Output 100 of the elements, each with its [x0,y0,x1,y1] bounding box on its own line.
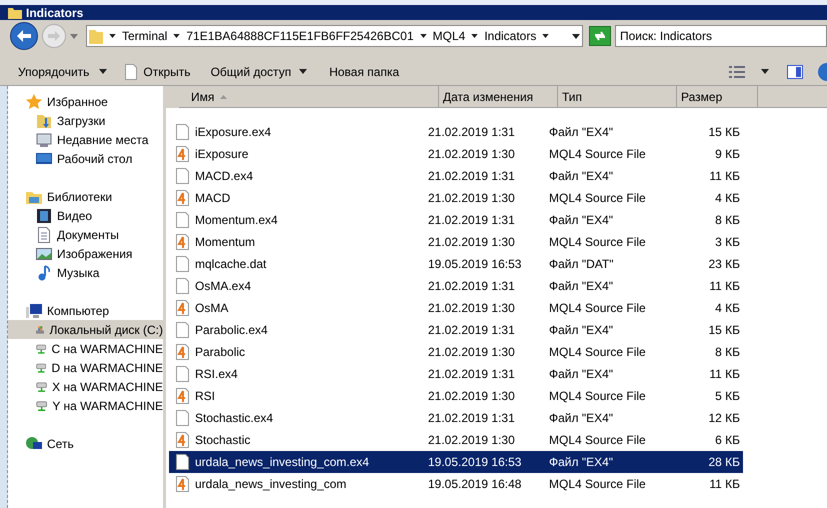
computer-icon [26,302,42,318]
size-cell-text: 15 КБ [707,322,740,339]
file-row[interactable]: RSI.ex4 21.02.2019 1:31 Файл "EX4" 11 КБ [169,363,743,385]
caret-icon[interactable] [99,69,108,74]
file-row[interactable]: iExposure 21.02.2019 1:30 MQL4 Source File 9 КБ [169,143,743,165]
date-cell-text: 19.05.2019 16:48 [427,476,522,493]
nav-item[interactable]: D на WARMACHINE [8,358,163,377]
caret-icon[interactable] [299,69,308,74]
file-name: Momentum [195,234,256,251]
nav-item[interactable]: Видео [8,206,163,225]
column-header[interactable]: Дата изменения [439,86,558,108]
nav-group[interactable]: Библиотеки [47,188,112,206]
nav-item[interactable]: Загрузки [8,111,163,130]
mql4-file-icon [176,476,189,492]
caret-icon[interactable] [542,34,550,38]
view-list-icon[interactable] [729,66,745,78]
size-cell-text: 11 КБ [708,476,740,493]
size-cell-text: 3 КБ [714,234,740,251]
file-icon [176,454,189,470]
column-header[interactable]: Тип [558,86,677,108]
size-cell-text: 11 КБ [708,278,740,295]
breadcrumb[interactable]: 71E1BA64888CF115E1FB6FF25426BC01 [186,27,414,45]
file-row[interactable]: urdala_news_investing_com.ex4 19.05.2019 16:53 Файл "EX4" 28 КБ [169,451,743,473]
caret-icon[interactable] [420,34,427,38]
type-cell-text: Файл "EX4" [548,124,614,141]
share-menu-button[interactable]: Общий доступ [206,60,296,82]
file-row[interactable]: Stochastic 21.02.2019 1:30 MQL4 Source File 6 КБ [169,429,743,451]
file-row[interactable]: RSI 21.02.2019 1:30 MQL4 Source File 5 КБ [169,385,743,407]
nav-item[interactable]: X на WARMACHINE [8,377,163,396]
file-name: RSI.ex4 [195,366,238,383]
refresh-icon [593,30,607,42]
nav-group[interactable]: Избранное [47,92,108,110]
caret-icon[interactable] [572,34,580,38]
search-field[interactable]: Поиск: Indicators [615,25,827,47]
breadcrumb[interactable]: Terminal [122,27,168,45]
size-cell-text: 4 КБ [714,300,740,317]
column-header[interactable]: Имя [179,86,439,108]
caret-icon[interactable] [761,69,769,74]
type-cell-text: MQL4 Source File [548,146,647,163]
type-cell-text: Файл "EX4" [548,278,614,295]
size-cell-text: 12 КБ [707,410,740,427]
left-arrow-icon [17,30,31,42]
file-icon [176,168,189,184]
file-row[interactable]: Momentum 21.02.2019 1:30 MQL4 Source File 3 КБ [169,231,743,253]
back-button[interactable] [10,22,38,50]
nav-item[interactable]: Локальный диск (C:) [8,320,163,339]
nav-group[interactable]: Компьютер [47,302,110,320]
help-icon[interactable] [817,62,827,80]
file-name: Parabolic.ex4 [195,322,268,339]
date-cell-text: 21.02.2019 1:31 [427,322,516,339]
address-bar[interactable]: Terminal 71E1BA64888CF115E1FB6FF25426BC01 MQL4 Indicators [86,25,583,47]
file-row[interactable]: Parabolic 21.02.2019 1:30 MQL4 Source File 8 КБ [169,341,743,363]
nav-group[interactable]: Сеть [47,434,74,452]
nav-item[interactable]: C на WARMACHINE [8,339,163,358]
file-row[interactable]: Stochastic.ex4 21.02.2019 1:31 Файл "EX4" 12 КБ [169,407,743,429]
breadcrumb[interactable]: Indicators [484,27,536,45]
file-row[interactable]: OsMA 21.02.2019 1:30 MQL4 Source File 4 КБ [169,297,743,319]
folder-arrow-icon [36,112,52,128]
file-row[interactable]: iExposure.ex4 21.02.2019 1:31 Файл "EX4" 15 КБ [169,121,743,143]
music-note-icon [36,264,52,280]
sort-arrow-icon [220,94,228,98]
file-row[interactable]: MACD 21.02.2019 1:30 MQL4 Source File 4 КБ [169,187,743,209]
nav-item[interactable]: Рабочий стол [8,149,163,168]
new-folder-button[interactable]: Новая папка [325,60,404,82]
breadcrumb[interactable]: MQL4 [432,27,466,45]
size-cell-text: 4 КБ [714,190,740,207]
file-name: OsMA [195,300,228,317]
nav-item[interactable]: Недавние места [8,130,163,149]
file-row[interactable]: Parabolic.ex4 21.02.2019 1:31 Файл "EX4" 15 КБ [169,319,743,341]
date-cell-text: 21.02.2019 1:31 [427,168,516,185]
file-row[interactable]: mqlcache.dat 19.05.2019 16:53 Файл "DAT" 23 КБ [169,253,743,275]
file-row[interactable]: MACD.ex4 21.02.2019 1:31 Файл "EX4" 11 КБ [169,165,743,187]
mql4-file-icon [176,234,189,250]
date-cell-text: 21.02.2019 1:30 [427,344,516,361]
refresh-button[interactable] [589,26,611,46]
size-cell-text: 8 КБ [714,212,740,229]
date-cell-text: 21.02.2019 1:30 [427,190,516,207]
document-icon [36,226,52,242]
nav-item[interactable]: Документы [8,225,163,244]
date-cell-text: 21.02.2019 1:31 [427,124,516,141]
open-button[interactable]: Открыть [141,60,193,82]
type-cell-text: MQL4 Source File [548,234,647,251]
size-cell-text: 8 КБ [714,344,740,361]
caret-icon[interactable] [471,34,478,38]
file-name: iExposure [195,146,248,163]
globe-monitor-icon [26,436,42,452]
nav-item[interactable]: Изображения [8,244,163,263]
file-row[interactable]: urdala_news_investing_com 19.05.2019 16:48 MQL4 Source File 11 КБ [169,473,743,495]
type-cell-text: Файл "EX4" [548,410,614,427]
column-header[interactable]: Размер [677,86,758,108]
file-row[interactable]: OsMA.ex4 21.02.2019 1:31 Файл "EX4" 11 КБ [169,275,743,297]
date-cell-text: 21.02.2019 1:30 [427,388,516,405]
caret-icon[interactable] [173,34,180,38]
file-row[interactable]: Momentum.ex4 21.02.2019 1:31 Файл "EX4" 8 КБ [169,209,743,231]
nav-item[interactable]: Y на WARMACHINE [8,396,163,415]
nav-item[interactable]: Музыка [8,263,163,282]
preview-pane-icon[interactable] [787,64,803,78]
caret-icon[interactable] [109,34,116,38]
organize-menu-button[interactable]: Упорядочить [12,60,96,82]
file-icon [176,410,189,426]
